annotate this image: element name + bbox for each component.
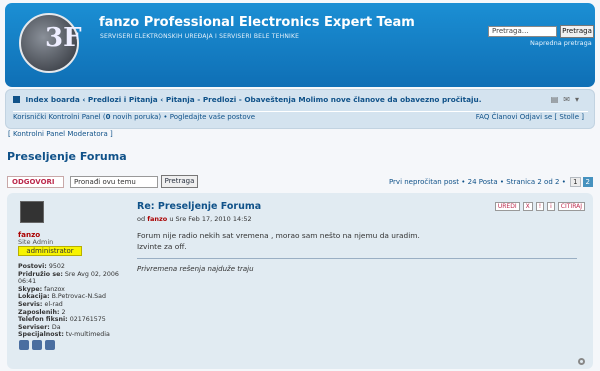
delete-button[interactable]: X bbox=[522, 202, 533, 211]
post: fanzo Site Admin administrator Postovi: … bbox=[7, 193, 593, 369]
navbar: Index boarda ‹ Predlozi i Pitanja ‹ Pita… bbox=[5, 89, 595, 129]
unread-count: 0 bbox=[105, 113, 111, 121]
advanced-search-link[interactable]: Napredna pretraga bbox=[530, 39, 592, 47]
post-count: • 24 Posta • Stranica 2 od 2 • bbox=[461, 178, 566, 186]
logout-link[interactable]: Odjavi se [ Stolle ] bbox=[520, 113, 584, 121]
post-meta-author[interactable]: fanzo bbox=[147, 215, 167, 223]
profile-row: Servis: el-rad bbox=[18, 300, 63, 308]
profile-row: Serviser: Da bbox=[18, 323, 61, 331]
avatar bbox=[20, 201, 44, 223]
quote-button[interactable]: CITIRAJ bbox=[557, 202, 585, 211]
search-input[interactable]: Pretraga… bbox=[488, 26, 557, 37]
rank-badge: administrator bbox=[18, 246, 82, 256]
post-meta: od fanzo u Sre Feb 17, 2010 14:52 bbox=[137, 215, 252, 223]
page-2: 2 bbox=[582, 177, 593, 187]
site-header: 3F fanzo Professional Electronics Expert… bbox=[5, 3, 595, 87]
site-logo-letters: 3F bbox=[45, 23, 82, 53]
post-signature: Privremena rešenja najduže traju bbox=[137, 258, 577, 273]
profile-row: Zaposlenih: 2 bbox=[18, 308, 66, 316]
navbar-divider bbox=[13, 111, 588, 112]
unread-label[interactable]: novih poruka bbox=[113, 113, 159, 121]
profile-row: Postovi: 9502 bbox=[18, 263, 65, 270]
profile-icon[interactable] bbox=[19, 340, 29, 350]
reply-button[interactable]: ODGOVORI bbox=[7, 176, 64, 188]
page-title[interactable]: Preseljenje Foruma bbox=[7, 150, 127, 163]
breadcrumb: Index boarda ‹ Predlozi i Pitanja ‹ Pita… bbox=[13, 95, 482, 104]
page-1[interactable]: 1 bbox=[570, 177, 581, 187]
site-title[interactable]: fanzo Professional Electronics Expert Te… bbox=[99, 15, 415, 30]
post-text-line: Forum nije radio nekih sat vremena , mor… bbox=[137, 231, 420, 240]
profile-row: Skype: fanzox bbox=[18, 285, 65, 293]
email-icon[interactable] bbox=[32, 340, 42, 350]
user-panel: Korisnički Kontrolni Panel (0 novih poru… bbox=[13, 113, 256, 121]
profile-row: Lokacija: B.Petrovac-N.Sad bbox=[18, 293, 107, 301]
contact-icons bbox=[19, 340, 58, 352]
search-button[interactable]: Pretraga bbox=[560, 25, 594, 38]
profile-row: Telefon fiksni: 021761575 bbox=[18, 316, 106, 324]
members-link[interactable]: Članovi bbox=[492, 113, 518, 121]
edit-button[interactable]: UREDI bbox=[494, 202, 520, 211]
page-tools[interactable]: ▤✉▾ bbox=[551, 95, 584, 104]
report-button[interactable]: ! bbox=[535, 202, 545, 211]
breadcrumb-category[interactable]: Predlozi i Pitanja bbox=[88, 95, 158, 104]
breadcrumb-forum[interactable]: Pitanja - Predlozi - Obaveštenja Molimo … bbox=[166, 95, 482, 104]
faq-link[interactable]: FAQ bbox=[476, 113, 490, 121]
topic-search-input[interactable]: Pronađi ovu temu bbox=[70, 176, 158, 188]
site-description: SERVISERI ELEKTRONSKIH UREĐAJA I SERVISE… bbox=[100, 33, 300, 40]
info-button[interactable]: i bbox=[547, 202, 555, 211]
user-links: FAQ Članovi Odjavi se [ Stolle ] bbox=[476, 113, 584, 121]
post-buttons: UREDI X! i CITIRAJ bbox=[492, 201, 585, 211]
post-date: u Sre Feb 17, 2010 14:52 bbox=[169, 215, 252, 223]
breadcrumb-index[interactable]: Index boarda bbox=[26, 95, 80, 104]
ucp-link[interactable]: Korisnički Kontrolni Panel bbox=[13, 113, 101, 121]
view-posts-link[interactable]: Pogledajte vaše postove bbox=[170, 113, 255, 121]
author-profile: Postovi: 9502 Pridružio se: Sre Avg 02, … bbox=[18, 263, 133, 339]
first-unread-link[interactable]: Prvi nepročitan post bbox=[389, 178, 459, 186]
profile-row: Specijalnost: tv-multimedia bbox=[18, 331, 110, 339]
pagination: Prvi nepročitan post • 24 Posta • Strani… bbox=[389, 177, 593, 187]
post-content: Forum nije radio nekih sat vremena , mor… bbox=[137, 230, 420, 252]
post-subject[interactable]: Re: Preseljenje Foruma bbox=[137, 201, 261, 212]
settings-icon[interactable] bbox=[578, 358, 585, 365]
website-icon[interactable] bbox=[45, 340, 55, 350]
author-rank: Site Admin bbox=[18, 238, 54, 246]
home-icon bbox=[13, 96, 20, 103]
topic-search-button[interactable]: Pretraga bbox=[161, 175, 198, 188]
moderator-panel-link[interactable]: [ Kontrolni Panel Moderatora ] bbox=[8, 130, 113, 138]
profile-row: Pridružio se: Sre Avg 02, 2006 06:41 bbox=[18, 270, 119, 286]
post-text-line: Izvinte za off. bbox=[137, 242, 187, 251]
